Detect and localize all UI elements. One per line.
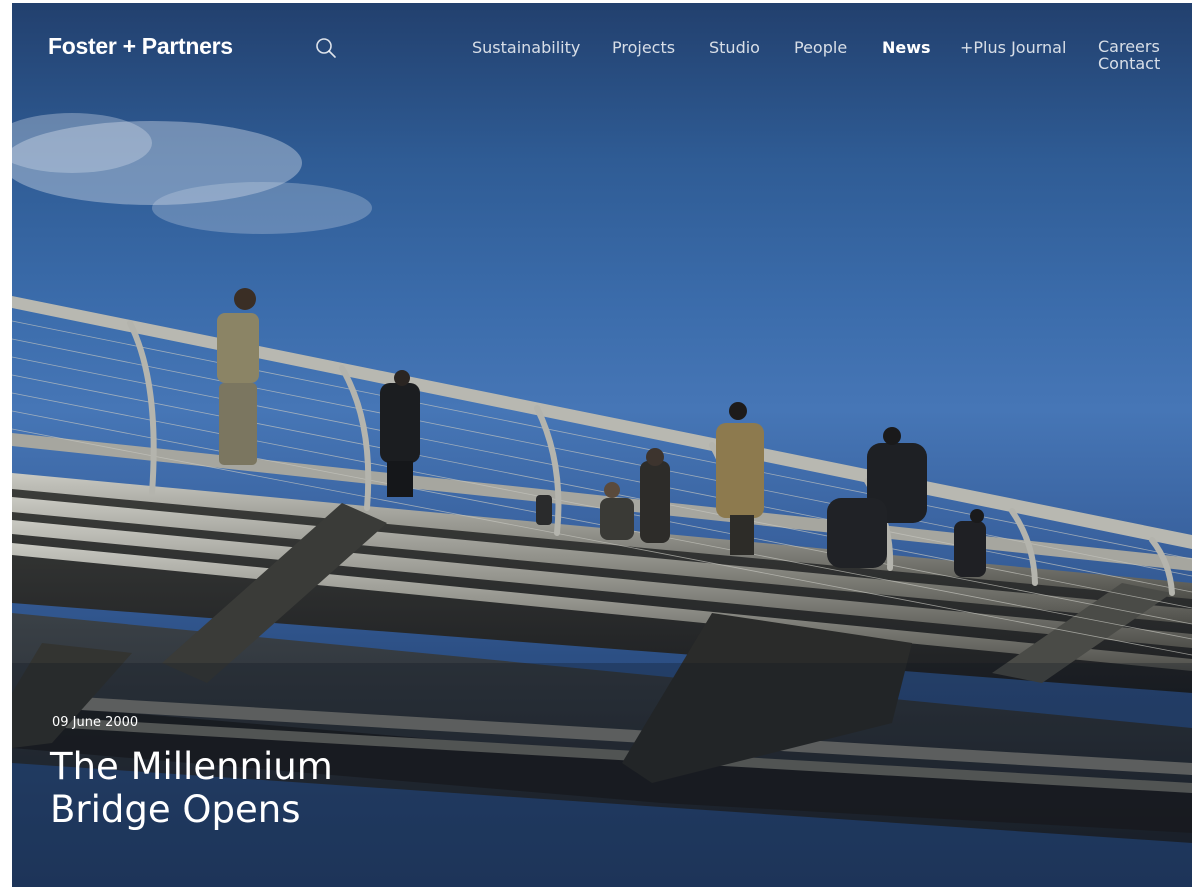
nav-sustainability[interactable]: Sustainability [472,38,580,57]
nav-people[interactable]: People [794,38,847,57]
article-title-line-1: The Millennium [50,745,333,788]
article-title-line-2: Bridge Opens [50,788,301,831]
article-title[interactable]: The Millennium Bridge Opens [50,745,333,831]
brand-logo[interactable]: Foster + Partners [48,33,233,60]
nav-studio[interactable]: Studio [709,38,760,57]
nav-projects[interactable]: Projects [612,38,675,57]
nav-stack: Careers Contact [1098,38,1160,72]
nav-contact[interactable]: Contact [1098,55,1160,72]
search-icon[interactable] [315,37,337,59]
nav-careers[interactable]: Careers [1098,38,1160,55]
site-header: Foster + Partners Sustainability Project… [12,3,1192,103]
article-date: 09 June 2000 [52,715,139,730]
nav-news[interactable]: News [882,38,931,57]
nav-plus-journal[interactable]: +Plus Journal [960,38,1066,57]
hero-frame: Foster + Partners Sustainability Project… [12,3,1192,887]
